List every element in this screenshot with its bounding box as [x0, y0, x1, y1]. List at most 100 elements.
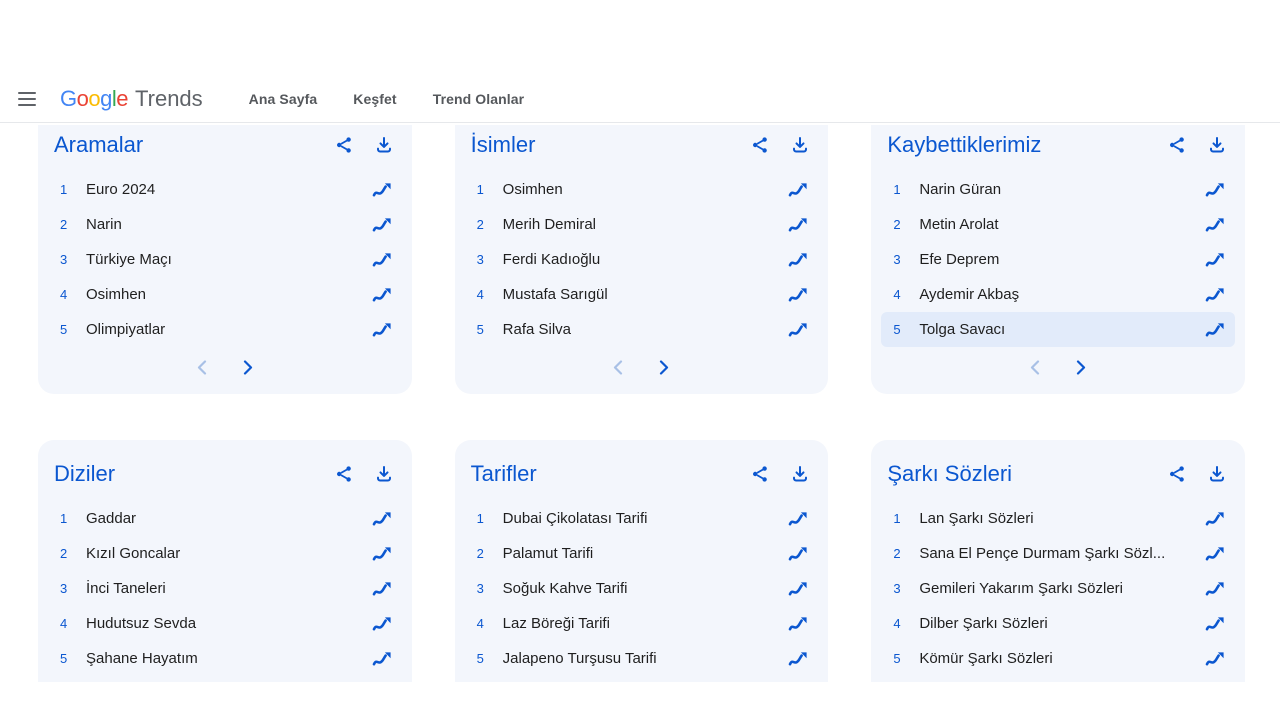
trend-label: Palamut Tarifi	[503, 545, 789, 562]
next-page-button[interactable]	[651, 354, 677, 380]
trending-up-icon	[372, 287, 392, 303]
list-item[interactable]: 1 Narin Güran	[881, 172, 1235, 207]
download-button[interactable]	[372, 462, 396, 486]
share-button[interactable]	[332, 133, 356, 157]
list-item[interactable]: 5 Şahane Hayatım	[48, 641, 402, 676]
trend-icon-wrap	[372, 287, 392, 303]
nav-item-trend-olanlar[interactable]: Trend Olanlar	[433, 91, 525, 107]
nav-item-ana-sayfa[interactable]: Ana Sayfa	[249, 91, 318, 107]
list-item[interactable]: 5 Rafa Silva	[465, 312, 819, 347]
list-item[interactable]: 4 Mustafa Sarıgül	[465, 277, 819, 312]
trending-up-icon	[1205, 651, 1225, 667]
rank-number: 1	[60, 182, 86, 197]
share-button[interactable]	[1165, 462, 1189, 486]
list-item[interactable]: 3 Soğuk Kahve Tarifi	[465, 571, 819, 606]
trend-icon-wrap	[788, 511, 808, 527]
trend-icon-wrap	[1205, 651, 1225, 667]
trend-list: 1 Osimhen 2 Merih Demiral 3 Ferdi Kadıoğ…	[471, 172, 813, 347]
nav-item-kesfet[interactable]: Keşfet	[353, 91, 396, 107]
list-item[interactable]: 3 Türkiye Maçı	[48, 242, 402, 277]
prev-page-button[interactable]	[605, 354, 631, 380]
trending-up-icon	[788, 546, 808, 562]
list-item[interactable]: 5 Olimpiyatlar	[48, 312, 402, 347]
trend-label: Euro 2024	[86, 181, 372, 198]
next-page-button[interactable]	[1068, 354, 1094, 380]
rank-number: 3	[893, 252, 919, 267]
list-item[interactable]: 5 Kömür Şarkı Sözleri	[881, 641, 1235, 676]
list-item[interactable]: 4 Laz Böreği Tarifi	[465, 606, 819, 641]
trend-label: Osimhen	[503, 181, 789, 198]
download-button[interactable]	[788, 462, 812, 486]
rank-number: 5	[60, 651, 86, 666]
list-item[interactable]: 3 Ferdi Kadıoğlu	[465, 242, 819, 277]
rank-number: 2	[893, 217, 919, 232]
prev-page-button[interactable]	[1022, 354, 1048, 380]
list-item[interactable]: 5 Jalapeno Turşusu Tarifi	[465, 641, 819, 676]
list-item[interactable]: 1 Lan Şarkı Sözleri	[881, 501, 1235, 536]
trend-icon-wrap	[372, 182, 392, 198]
share-button[interactable]	[748, 462, 772, 486]
list-item[interactable]: 4 Osimhen	[48, 277, 402, 312]
trend-label: Soğuk Kahve Tarifi	[503, 580, 789, 597]
trending-up-icon	[1205, 616, 1225, 632]
trend-icon-wrap	[372, 546, 392, 562]
download-button[interactable]	[788, 133, 812, 157]
list-item[interactable]: 3 İnci Taneleri	[48, 571, 402, 606]
list-item[interactable]: 4 Dilber Şarkı Sözleri	[881, 606, 1235, 641]
trend-label: Tolga Savacı	[919, 321, 1205, 338]
trend-list: 1 Dubai Çikolatası Tarifi 2 Palamut Tari…	[471, 501, 813, 676]
share-button[interactable]	[1165, 133, 1189, 157]
share-button[interactable]	[332, 462, 356, 486]
trend-list: 1 Gaddar 2 Kızıl Goncalar 3 İnci Taneler…	[54, 501, 396, 676]
rank-number: 1	[477, 511, 503, 526]
card-tarifler: Tarifler 1 Dubai Çikolatası Tarifi	[455, 440, 829, 682]
list-item[interactable]: 2 Metin Arolat	[881, 207, 1235, 242]
rank-number: 3	[60, 581, 86, 596]
trending-up-icon	[1205, 287, 1225, 303]
list-item[interactable]: 2 Sana El Pençe Durmam Şarkı Sözl...	[881, 536, 1235, 571]
trend-icon-wrap	[788, 252, 808, 268]
rank-number: 5	[60, 322, 86, 337]
list-item-highlighted[interactable]: 5 Tolga Savacı	[881, 312, 1235, 347]
share-button[interactable]	[748, 133, 772, 157]
list-item[interactable]: 2 Kızıl Goncalar	[48, 536, 402, 571]
list-item[interactable]: 1 Osimhen	[465, 172, 819, 207]
next-page-button[interactable]	[235, 354, 261, 380]
trend-label: Merih Demiral	[503, 216, 789, 233]
download-button[interactable]	[372, 133, 396, 157]
list-item[interactable]: 4 Hudutsuz Sevda	[48, 606, 402, 641]
google-logo-text: Google	[60, 86, 128, 112]
rank-number: 3	[477, 252, 503, 267]
list-item[interactable]: 3 Efe Deprem	[881, 242, 1235, 277]
trend-label: Metin Arolat	[919, 216, 1205, 233]
trend-label: Hudutsuz Sevda	[86, 615, 372, 632]
rank-number: 4	[893, 287, 919, 302]
trend-icon-wrap	[788, 182, 808, 198]
trending-up-icon	[788, 616, 808, 632]
list-item[interactable]: 3 Gemileri Yakarım Şarkı Sözleri	[881, 571, 1235, 606]
list-item[interactable]: 1 Dubai Çikolatası Tarifi	[465, 501, 819, 536]
google-trends-logo[interactable]: Google Trends	[60, 86, 203, 112]
trending-up-icon	[788, 511, 808, 527]
rank-number: 2	[60, 546, 86, 561]
list-item[interactable]: 1 Euro 2024	[48, 172, 402, 207]
download-button[interactable]	[1205, 133, 1229, 157]
trend-cards-grid: Aramalar 1 Euro 2024	[38, 125, 1245, 682]
trending-up-icon	[372, 616, 392, 632]
trend-label: Aydemir Akbaş	[919, 286, 1205, 303]
list-item[interactable]: 4 Aydemir Akbaş	[881, 277, 1235, 312]
download-icon	[1207, 464, 1227, 484]
list-item[interactable]: 2 Narin	[48, 207, 402, 242]
hamburger-menu-icon[interactable]	[18, 91, 40, 107]
trending-up-icon	[788, 581, 808, 597]
trend-label: Gemileri Yakarım Şarkı Sözleri	[919, 580, 1205, 597]
prev-page-button[interactable]	[189, 354, 215, 380]
pagination	[887, 354, 1229, 380]
trending-up-icon	[372, 546, 392, 562]
download-button[interactable]	[1205, 462, 1229, 486]
list-item[interactable]: 2 Merih Demiral	[465, 207, 819, 242]
card-title: Tarifler	[471, 461, 749, 487]
list-item[interactable]: 2 Palamut Tarifi	[465, 536, 819, 571]
trending-up-icon	[1205, 182, 1225, 198]
list-item[interactable]: 1 Gaddar	[48, 501, 402, 536]
